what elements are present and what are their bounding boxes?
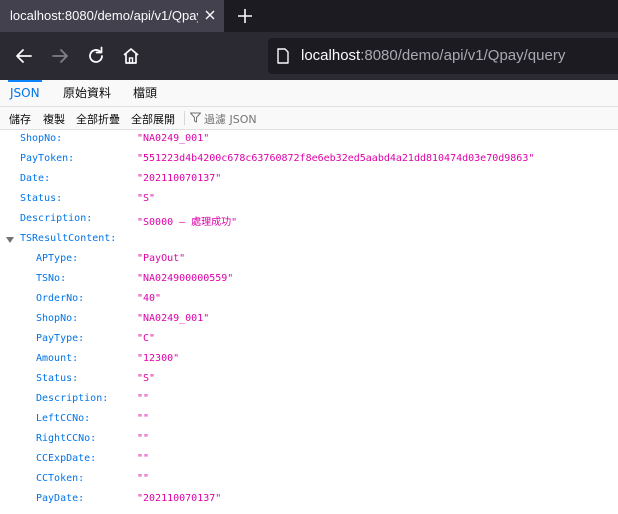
url-host: localhost <box>301 47 361 64</box>
page-icon <box>277 48 289 64</box>
copy-button[interactable]: 複製 <box>43 111 65 127</box>
json-key: PayDate: <box>36 493 85 504</box>
json-key: ShopNo: <box>36 313 79 324</box>
json-row[interactable]: Description: "" <box>0 390 618 410</box>
json-value: "" <box>137 393 150 404</box>
json-row[interactable]: CCToken: "" <box>0 470 618 490</box>
json-row[interactable]: ShopNo: "NA0249_001" <box>0 130 618 150</box>
home-icon[interactable] <box>120 45 142 67</box>
json-row[interactable]: Description: "S0000 – 處理成功" <box>0 210 618 230</box>
new-tab-icon[interactable] <box>236 7 254 25</box>
forward-icon[interactable] <box>49 45 71 67</box>
json-key: Date: <box>20 173 51 184</box>
json-row[interactable]: Status: "S" <box>0 190 618 210</box>
json-value: "" <box>137 433 150 444</box>
json-row[interactable]: LeftCCNo: "" <box>0 410 618 430</box>
json-row[interactable]: TSNo: "NA024900000559" <box>0 270 618 290</box>
json-row[interactable]: OrderNo: "40" <box>0 290 618 310</box>
json-key: CCToken: <box>36 473 85 484</box>
expand-all-button[interactable]: 全部展開 <box>131 111 175 127</box>
json-row[interactable]: Status: "S" <box>0 370 618 390</box>
collapse-all-button[interactable]: 全部折疊 <box>76 111 120 127</box>
filter-icon <box>190 112 201 123</box>
json-row-expandable[interactable]: TSResultContent: <box>0 230 618 250</box>
save-button[interactable]: 儲存 <box>9 111 31 127</box>
json-key: Amount: <box>36 353 79 364</box>
tab-json[interactable]: JSON <box>8 80 42 106</box>
json-key: RightCCNo: <box>36 433 97 444</box>
json-value: "PayOut" <box>137 253 186 264</box>
json-value: "" <box>137 453 150 464</box>
viewer-tabs: JSON 原始資料 檔頭 <box>0 80 618 107</box>
json-value: "NA024900000559" <box>137 273 234 284</box>
json-key: OrderNo: <box>36 293 85 304</box>
json-value: "S" <box>137 373 156 384</box>
tab-raw-data[interactable]: 原始資料 <box>63 80 111 106</box>
json-value: "12300" <box>137 353 180 364</box>
json-row[interactable]: PayToken: "551223d4b4200c678c63760872f8e… <box>0 150 618 170</box>
address-bar[interactable]: localhost:8080/demo/api/v1/Qpay/query <box>268 38 618 74</box>
filter-json-input[interactable]: 過濾 JSON <box>204 111 257 127</box>
json-row[interactable]: CCExpDate: "" <box>0 450 618 470</box>
json-row[interactable]: RightCCNo: "" <box>0 430 618 450</box>
json-value: "S0000 – 處理成功" <box>137 217 238 228</box>
json-row[interactable]: Amount: "12300" <box>0 350 618 370</box>
json-value: "NA0249_001" <box>137 133 210 144</box>
tab-strip: localhost:8080/demo/api/v1/Qpay/query <box>0 0 618 32</box>
json-key: Status: <box>20 193 63 204</box>
close-icon[interactable] <box>202 7 218 23</box>
json-key: PayToken: <box>20 153 75 164</box>
json-row[interactable]: ShopNo: "NA0249_001" <box>0 310 618 330</box>
json-row[interactable]: PayDate: "202110070137" <box>0 490 618 510</box>
json-value: "40" <box>137 293 162 304</box>
json-value: "202110070137" <box>137 173 222 184</box>
browser-tab[interactable]: localhost:8080/demo/api/v1/Qpay/query <box>0 0 224 32</box>
json-key: Description: <box>20 213 93 224</box>
json-value: "S" <box>137 193 156 204</box>
json-value: "" <box>137 413 150 424</box>
tab-title: localhost:8080/demo/api/v1/Qpay/query <box>10 8 198 23</box>
json-value: "551223d4b4200c678c63760872f8e6eb32ed5aa… <box>137 153 535 164</box>
json-key: Status: <box>36 373 79 384</box>
json-value: "C" <box>137 333 156 344</box>
tab-headers[interactable]: 檔頭 <box>133 80 157 106</box>
json-row[interactable]: APType: "PayOut" <box>0 250 618 270</box>
json-value: "NA0249_001" <box>137 313 210 324</box>
navigation-bar: localhost:8080/demo/api/v1/Qpay/query <box>0 32 618 80</box>
json-key: LeftCCNo: <box>36 413 91 424</box>
expand-triangle-icon[interactable] <box>6 237 14 243</box>
json-key: TSResultContent: <box>20 233 117 244</box>
json-value: "" <box>137 473 150 484</box>
json-row[interactable]: PayType: "C" <box>0 330 618 350</box>
json-key: APType: <box>36 253 79 264</box>
json-value: "202110070137" <box>137 493 222 504</box>
json-key: ShopNo: <box>20 133 63 144</box>
toolbar-divider <box>184 111 185 125</box>
json-key: Description: <box>36 393 109 404</box>
json-key: TSNo: <box>36 273 67 284</box>
json-toolbar: 儲存 複製 全部折疊 全部展開 過濾 JSON <box>0 107 618 130</box>
json-row[interactable]: Date: "202110070137" <box>0 170 618 190</box>
url-text: localhost:8080/demo/api/v1/Qpay/query <box>301 47 565 64</box>
reload-icon[interactable] <box>85 45 107 67</box>
url-path: :8080/demo/api/v1/Qpay/query <box>360 47 566 64</box>
back-icon[interactable] <box>13 45 35 67</box>
json-key: PayType: <box>36 333 85 344</box>
json-key: CCExpDate: <box>36 453 97 464</box>
